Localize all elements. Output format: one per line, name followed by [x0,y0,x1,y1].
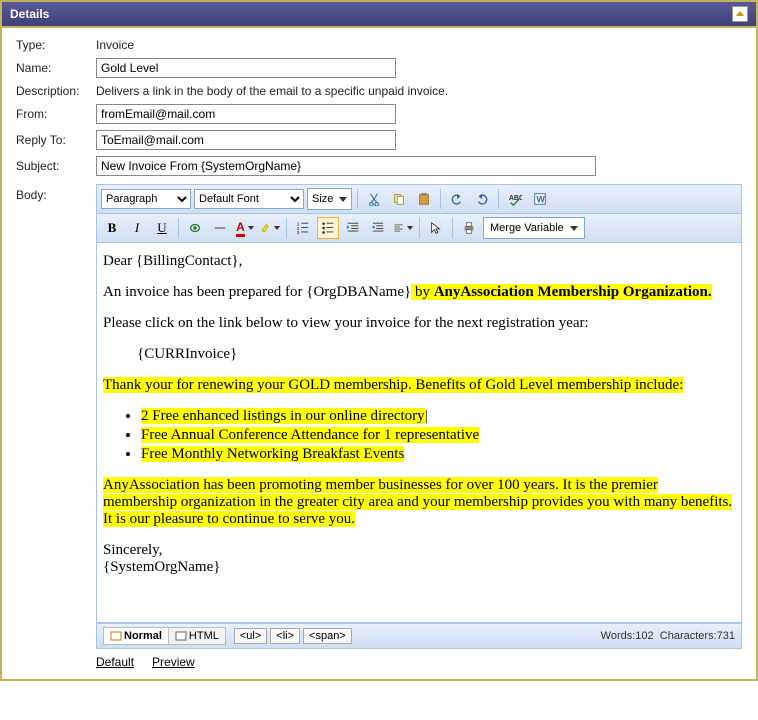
indent-icon[interactable] [367,217,389,239]
body-text: AnyAssociation has been promoting member… [103,477,735,528]
toolbar-separator [452,218,453,238]
cut-icon[interactable] [363,188,385,210]
align-icon[interactable] [392,217,414,239]
subject-input[interactable] [96,156,596,176]
paragraph-select[interactable]: Paragraph [101,189,191,209]
select-cursor-icon[interactable] [425,217,447,239]
toolbar-separator [286,218,287,238]
type-label: Type: [16,38,96,52]
link-icon[interactable] [184,217,206,239]
list-item: 2 Free enhanced listings in our online d… [141,408,735,425]
details-panel: Details Type: Invoice Name: Description:… [0,0,758,681]
editor-container: Paragraph Default Font Size [96,182,742,649]
preview-link[interactable]: Preview [152,655,195,669]
panel-title: Details [10,7,49,21]
toolbar-separator [178,218,179,238]
code-icon [175,631,187,641]
bold-icon[interactable]: B [101,217,123,239]
editor-toolbar-1: Paragraph Default Font Size [96,184,742,214]
body-text: Dear {BillingContact}, [103,253,735,270]
path-crumb[interactable]: <li> [270,628,300,644]
bottom-links: Default Preview [96,655,742,669]
paste-icon[interactable] [413,188,435,210]
editor-footer: Normal HTML <ul> <li> <span> [96,623,742,649]
from-label: From: [16,107,96,121]
word-count: Words:102 Characters:731 [601,630,735,642]
replyto-input[interactable] [96,130,396,150]
undo-icon[interactable] [446,188,468,210]
size-select[interactable]: Size [307,188,352,210]
replyto-label: Reply To: [16,133,96,147]
type-value: Invoice [96,38,134,52]
name-input[interactable] [96,58,396,78]
collapse-toggle-icon[interactable] [732,6,748,22]
from-input[interactable] [96,104,396,124]
element-path: <ul> <li> <span> [234,628,352,644]
italic-icon[interactable]: I [126,217,148,239]
font-color-icon[interactable]: A [234,217,256,239]
highlight-icon[interactable] [259,217,281,239]
paste-word-icon[interactable]: W [529,188,551,210]
default-link[interactable]: Default [96,655,134,669]
page-icon [110,631,122,641]
panel-body: Type: Invoice Name: Description: Deliver… [2,28,756,679]
toolbar-separator [419,218,420,238]
body-text: Sincerely, [103,542,735,559]
svg-text:ABC: ABC [509,195,522,202]
editor-body[interactable]: Dear {BillingContact}, An invoice has be… [96,243,742,623]
svg-text:3: 3 [297,230,300,235]
subject-label: Subject: [16,159,96,173]
print-icon[interactable] [458,217,480,239]
toolbar-separator [357,189,358,209]
view-mode-tabs: Normal HTML [103,627,226,645]
description-label: Description: [16,84,96,98]
name-label: Name: [16,61,96,75]
svg-text:W: W [537,195,546,205]
toolbar-separator [440,189,441,209]
redo-icon[interactable] [471,188,493,210]
benefits-list: 2 Free enhanced listings in our online d… [125,408,735,463]
chevron-down-icon [339,197,347,202]
hr-icon[interactable] [209,217,231,239]
copy-icon[interactable] [388,188,410,210]
toolbar-separator [498,189,499,209]
path-crumb[interactable]: <ul> [234,628,267,644]
body-text: Please click on the link below to view y… [103,315,735,332]
merge-variable-select[interactable]: Merge Variable [483,217,585,239]
body-text: {SystemOrgName} [103,559,735,576]
body-text: An invoice has been prepared for {OrgDBA… [103,284,735,301]
editor-toolbar-2: B I U A 123 [96,214,742,243]
view-html-tab[interactable]: HTML [169,628,225,644]
spellcheck-icon[interactable]: ABC [504,188,526,210]
description-value: Delivers a link in the body of the email… [96,84,448,98]
panel-header: Details [2,2,756,28]
ordered-list-icon[interactable]: 123 [292,217,314,239]
list-item: Free Monthly Networking Breakfast Events [141,446,735,463]
body-text: {CURRInvoice} [137,346,735,363]
outdent-icon[interactable] [342,217,364,239]
view-normal-tab[interactable]: Normal [104,628,169,644]
chevron-down-icon [570,226,578,231]
body-text: Thank your for renewing your GOLD member… [103,377,735,394]
body-label: Body: [16,182,96,202]
unordered-list-icon[interactable] [317,217,339,239]
path-crumb[interactable]: <span> [303,628,352,644]
font-select[interactable]: Default Font [194,189,304,209]
list-item: Free Annual Conference Attendance for 1 … [141,427,735,444]
underline-icon[interactable]: U [151,217,173,239]
